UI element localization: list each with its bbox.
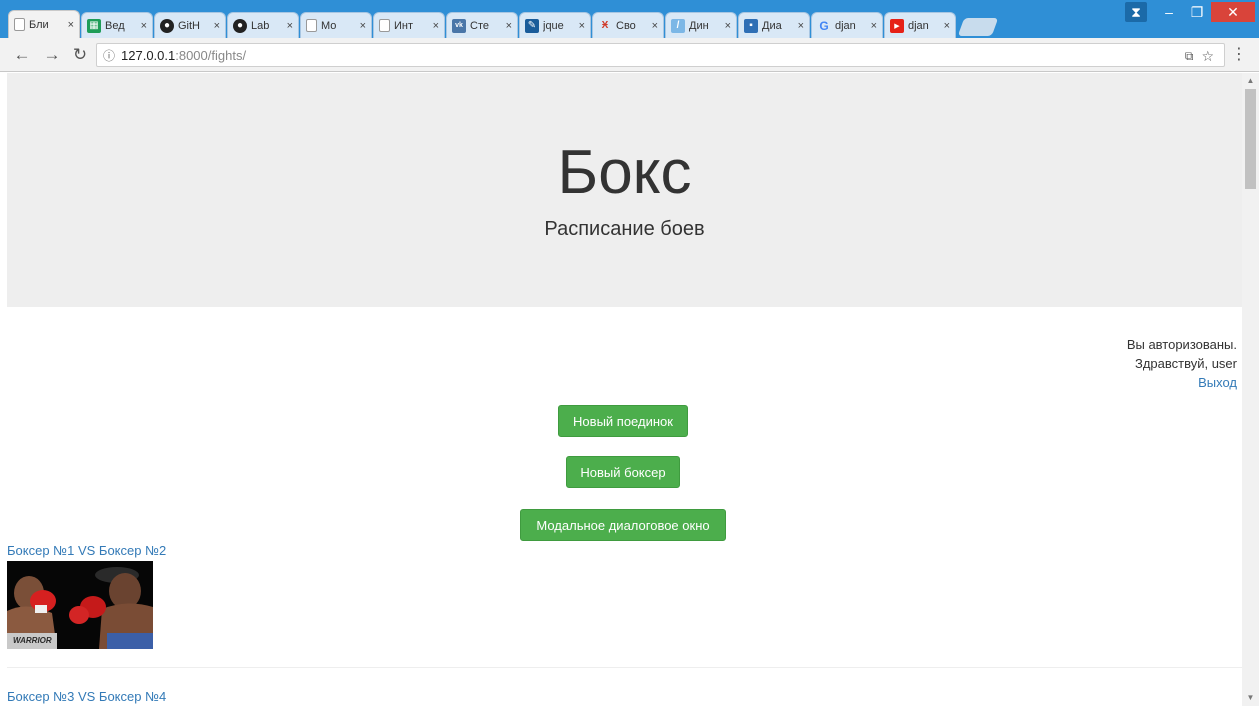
close-icon[interactable]: × (798, 20, 804, 32)
page-title: Бокс (557, 138, 692, 207)
tab-title: djan (908, 19, 929, 32)
fight-divider (7, 667, 1242, 668)
forward-icon[interactable]: → (42, 45, 62, 65)
url-path: :8000/fights/ (175, 47, 247, 63)
tab-title: Диа (762, 19, 782, 32)
close-icon[interactable]: × (506, 20, 512, 32)
sheets-icon: ▦ (87, 18, 101, 33)
tab-12[interactable]: G djan × (811, 12, 883, 38)
back-icon[interactable]: ← (12, 45, 32, 65)
logout-link[interactable]: Выход (1198, 375, 1237, 390)
modal-dialog-button[interactable]: Модальное диалоговое окно (520, 509, 726, 541)
info-icon[interactable]: ⓘ (103, 47, 115, 64)
tab-title: Lab (251, 19, 270, 32)
auth-panel: Вы авторизованы. Здравствуй, user Выход (1127, 335, 1237, 392)
github-icon: ● (160, 18, 174, 33)
tab-13[interactable]: ▶ djan × (884, 12, 956, 38)
tab-title: Сво (616, 19, 636, 32)
close-icon[interactable]: × (360, 20, 366, 32)
tab-title: Инт (394, 19, 414, 32)
close-icon[interactable]: × (579, 20, 585, 32)
page-icon (14, 18, 25, 31)
page-icon (379, 19, 390, 32)
tab-title: jque (543, 19, 564, 32)
new-boxer-button[interactable]: Новый боксер (566, 456, 680, 488)
window-close-icon[interactable]: ✕ (1211, 2, 1255, 22)
menu-icon[interactable]: ⋮ (1231, 46, 1247, 64)
close-icon[interactable]: × (725, 20, 731, 32)
browser-toolbar: ← → ↻ ⓘ 127.0.0.1:8000/fights/ ⧉ ☆ ⋮ (0, 38, 1259, 72)
tab-title: Вед (105, 19, 125, 32)
tab-10[interactable]: / Дин × (665, 12, 737, 38)
photo-caption: WARRIOR (13, 636, 52, 645)
reload-icon[interactable]: ↻ (70, 45, 90, 65)
tab-6[interactable]: Инт × (373, 12, 445, 38)
tab-5[interactable]: Мо × (300, 12, 372, 38)
address-bar[interactable]: ⓘ 127.0.0.1:8000/fights/ ⧉ ☆ (96, 43, 1225, 67)
auth-status: Вы авторизованы. (1126, 337, 1237, 352)
url-host: 127.0.0.1 (121, 47, 176, 63)
page-subtitle: Расписание боев (544, 218, 705, 240)
browser-titlebar: Бли × ▦ Вед × ● GitH × ● Lab × Мо × Инт … (0, 0, 1259, 38)
google-icon: G (819, 18, 829, 33)
tab-11[interactable]: ▪ Диа × (738, 12, 810, 38)
scroll-up-icon[interactable]: ▲ (1242, 73, 1259, 89)
new-tab-button[interactable] (957, 18, 999, 36)
figure-icon: Ӿ (601, 20, 609, 31)
close-icon[interactable]: × (871, 20, 877, 32)
jquery-icon: ✎ (525, 18, 539, 33)
github-icon: ● (233, 18, 247, 33)
window-controls: ⧗ – ❐ ✕ (1125, 2, 1255, 22)
page-viewport: Бокс Расписание боев Вы авторизованы. Зд… (0, 73, 1259, 706)
tab-7[interactable]: vk Сте × (446, 12, 518, 38)
youtube-icon: ▶ (890, 18, 904, 33)
tab-4[interactable]: ● Lab × (227, 12, 299, 38)
scroll-thumb[interactable] (1245, 89, 1256, 189)
chat-icon: ▪ (744, 18, 758, 33)
close-icon[interactable]: × (287, 20, 293, 32)
profile-icon[interactable]: ⧗ (1125, 2, 1147, 22)
tab-1[interactable]: Бли × (8, 10, 80, 38)
close-icon[interactable]: × (68, 19, 74, 31)
tab-title: Сте (470, 19, 489, 32)
translate-icon[interactable]: ⧉ (1185, 49, 1194, 64)
restore-icon[interactable]: ❐ (1183, 2, 1211, 22)
tab-3[interactable]: ● GitH × (154, 12, 226, 38)
jumbotron: Бокс Расписание боев (7, 73, 1242, 307)
tab-strip: Бли × ▦ Вед × ● GitH × ● Lab × Мо × Инт … (8, 8, 999, 38)
close-icon[interactable]: × (141, 20, 147, 32)
omnibox-actions: ⧉ ☆ (1185, 44, 1214, 68)
vk-icon: vk (452, 18, 466, 33)
minimize-icon[interactable]: – (1155, 2, 1183, 22)
page-scrollbar[interactable]: ▲ ▼ (1242, 73, 1259, 706)
tab-title: Дин (689, 19, 709, 32)
tab-2[interactable]: ▦ Вед × (81, 12, 153, 38)
tab-title: Бли (29, 18, 49, 31)
tab-title: GitH (178, 19, 200, 32)
tab-9[interactable]: Ӿ Сво × (592, 12, 664, 38)
fight-photo[interactable]: WARRIOR (7, 561, 153, 649)
scroll-down-icon[interactable]: ▼ (1242, 690, 1259, 706)
fight-link-1[interactable]: Боксер №1 VS Боксер №2 (7, 543, 166, 558)
auth-greeting: Здравствуй, user (1134, 356, 1237, 371)
bookmark-star-icon[interactable]: ☆ (1201, 48, 1214, 65)
close-icon[interactable]: × (944, 20, 950, 32)
doc-icon: / (671, 18, 685, 33)
page-icon (306, 19, 317, 32)
tab-title: djan (835, 19, 856, 32)
close-icon[interactable]: × (214, 20, 220, 32)
fight-link-2[interactable]: Боксер №3 VS Боксер №4 (7, 689, 166, 704)
close-icon[interactable]: × (433, 20, 439, 32)
tab-title: Мо (321, 19, 337, 32)
tab-8[interactable]: ✎ jque × (519, 12, 591, 38)
new-fight-button[interactable]: Новый поединок (558, 405, 688, 437)
close-icon[interactable]: × (652, 20, 658, 32)
